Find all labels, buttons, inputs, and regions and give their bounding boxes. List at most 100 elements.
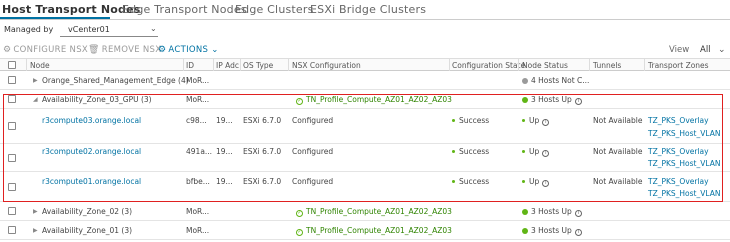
column-header-nsx-configuration[interactable]: NSX Configuration <box>292 61 361 70</box>
tunnels: Not Available <box>593 147 643 156</box>
chevron-down-icon: ⌄ <box>150 24 157 33</box>
view-label: View <box>669 45 690 55</box>
expand-caret-icon[interactable]: ▶ <box>33 77 38 84</box>
actions-label: ACTIONS <box>168 45 209 55</box>
tab-edge-transport-nodes[interactable]: Edge Transport Nodes <box>122 3 247 16</box>
info-icon[interactable]: i <box>574 229 582 236</box>
column-header-node[interactable]: Node <box>30 61 50 70</box>
status-grey-icon <box>522 77 528 84</box>
host-os-type: ESXi 6.7.0 <box>243 116 282 125</box>
column-divider <box>449 59 450 71</box>
node-id: MoR... <box>186 76 210 85</box>
view-select[interactable]: All <box>700 45 711 55</box>
configuration-state-text: Success <box>459 116 490 125</box>
managed-by-select[interactable]: vCenter01 ⌄ <box>60 24 158 37</box>
table-row[interactable]: ▶ Orange_Shared_Management_Edge (4) MoR.… <box>0 71 730 90</box>
column-header-configuration-state[interactable]: Configuration State <box>452 61 525 70</box>
info-icon[interactable]: i <box>542 119 550 126</box>
configure-nsx-button[interactable]: ⚙ CONFIGURE NSX <box>3 45 88 55</box>
expand-caret-icon[interactable]: ▶ <box>33 208 38 215</box>
nsx-profile-link[interactable]: TN_Profile_Compute_AZ01_AZ02_AZ03 <box>306 95 452 104</box>
chevron-down-icon[interactable]: ⌄ <box>718 45 726 55</box>
host-link[interactable]: r3compute03.orange.local <box>42 116 141 125</box>
tab-esxi-bridge-clusters[interactable]: ESXi Bridge Clusters <box>310 3 426 16</box>
nsx-profile-link[interactable]: TN_Profile_Compute_AZ01_AZ02_AZ03 <box>306 226 452 235</box>
column-header-transport-zones[interactable]: Transport Zones <box>648 61 709 70</box>
node-status-text: 3 Hosts Up <box>531 95 572 104</box>
info-icon[interactable]: i <box>542 180 550 187</box>
status-dot-icon <box>452 119 455 122</box>
tab-bar: Host Transport Nodes Edge Transport Node… <box>0 0 730 20</box>
transport-zone-link[interactable]: TZ_PKS_Overlay <box>648 116 709 125</box>
row-checkbox[interactable] <box>8 76 16 84</box>
remove-nsx-button[interactable]: 🗑 REMOVE NSX <box>88 45 161 55</box>
column-header-ip[interactable]: IP Adc <box>216 61 239 70</box>
host-id: c98... <box>186 116 207 125</box>
table-row[interactable]: ▶ Availability_Zone_02 (3) MoR... ✓ TN_Pr… <box>0 202 730 221</box>
column-header-node-status[interactable]: Node Status <box>522 61 568 70</box>
row-checkbox[interactable] <box>8 207 16 215</box>
node-name: Availability_Zone_02 (3) <box>42 207 133 216</box>
table-row[interactable]: r3compute01.orange.local bfbe... 19... E… <box>0 172 730 202</box>
column-header-os-type[interactable]: OS Type <box>243 61 273 70</box>
transport-zone-link[interactable]: TZ_PKS_Host_VLAN <box>648 129 720 138</box>
status-green-icon <box>522 96 528 103</box>
row-checkbox[interactable] <box>8 183 16 191</box>
column-divider <box>518 59 519 71</box>
info-icon[interactable]: i <box>574 210 582 217</box>
host-link[interactable]: r3compute01.orange.local <box>42 177 141 186</box>
row-checkbox[interactable] <box>8 122 16 130</box>
nsx-profile-link[interactable]: TN_Profile_Compute_AZ01_AZ02_AZ03 <box>306 207 452 216</box>
actions-button[interactable]: ⚙ ACTIONS ⌄ <box>158 45 219 55</box>
configure-icon: ⚙ <box>3 45 12 55</box>
node-status: Up i <box>522 177 550 187</box>
expand-caret-icon[interactable]: ▶ <box>33 227 38 234</box>
node-name: Availability_Zone_01 (3) <box>42 226 133 235</box>
node-id: MoR... <box>186 226 210 235</box>
column-divider <box>213 59 214 71</box>
node-status-text: 3 Hosts Up <box>531 207 572 216</box>
row-checkbox[interactable] <box>8 95 16 103</box>
nsx-configuration[interactable]: ✓ TN_Profile_Compute_AZ01_AZ02_AZ03 <box>296 95 452 105</box>
row-checkbox[interactable] <box>8 226 16 234</box>
node-status-text: 3 Hosts Up <box>531 226 572 235</box>
column-divider <box>240 59 241 71</box>
grid-header: Node ID IP Adc OS Type NSX Configuration… <box>0 58 730 71</box>
node-name: Availability_Zone_03_GPU (3) <box>42 95 152 104</box>
column-header-tunnels[interactable]: Tunnels <box>593 61 621 70</box>
info-icon[interactable]: i <box>542 150 550 157</box>
info-icon[interactable]: i <box>574 98 582 105</box>
tab-edge-clusters[interactable]: Edge Clusters <box>235 3 314 16</box>
table-row[interactable]: r3compute03.orange.local c98... 19... ES… <box>0 109 730 144</box>
nsx-configuration[interactable]: ✓ TN_Profile_Compute_AZ01_AZ02_AZ03 <box>296 226 452 236</box>
column-divider <box>644 59 645 71</box>
host-os-type: ESXi 6.7.0 <box>243 177 282 186</box>
column-divider <box>288 59 289 71</box>
row-checkbox[interactable] <box>8 154 16 162</box>
column-header-id[interactable]: ID <box>186 61 194 70</box>
node-name: Orange_Shared_Management_Edge (4) <box>42 76 189 85</box>
status-dot-icon <box>452 150 455 153</box>
check-circle-icon: ✓ <box>296 98 303 105</box>
transport-zone-link[interactable]: TZ_PKS_Host_VLAN <box>648 189 720 198</box>
node-status-text: 4 Hosts Not C... <box>531 76 590 85</box>
configuration-state-text: Success <box>459 147 490 156</box>
check-circle-icon: ✓ <box>296 210 303 217</box>
nsx-configuration[interactable]: ✓ TN_Profile_Compute_AZ01_AZ02_AZ03 <box>296 207 452 217</box>
transport-zone-link[interactable]: TZ_PKS_Overlay <box>648 177 709 186</box>
collapse-caret-icon[interactable]: ◢ <box>33 96 38 103</box>
host-ip: 19... <box>216 116 233 125</box>
table-row[interactable]: r3compute02.orange.local 491a... 19... E… <box>0 144 730 172</box>
table-row[interactable]: ▶ Availability_Zone_01 (3) MoR... ✓ TN_Pr… <box>0 221 730 240</box>
table-row[interactable]: ◢ Availability_Zone_03_GPU (3) MoR... ✓ T… <box>0 90 730 109</box>
transport-zone-link[interactable]: TZ_PKS_Overlay <box>648 147 709 156</box>
transport-zone-link[interactable]: TZ_PKS_Host_VLAN <box>648 159 720 168</box>
select-all-checkbox[interactable] <box>8 61 16 69</box>
configuration-state: Success <box>452 147 489 156</box>
host-ip: 19... <box>216 177 233 186</box>
host-link[interactable]: r3compute02.orange.local <box>42 147 141 156</box>
node-status: 4 Hosts Not C... <box>522 76 589 85</box>
tab-host-transport-nodes[interactable]: Host Transport Nodes <box>2 3 141 16</box>
configuration-state-text: Success <box>459 177 490 186</box>
nsx-configuration: Configured <box>292 147 334 156</box>
